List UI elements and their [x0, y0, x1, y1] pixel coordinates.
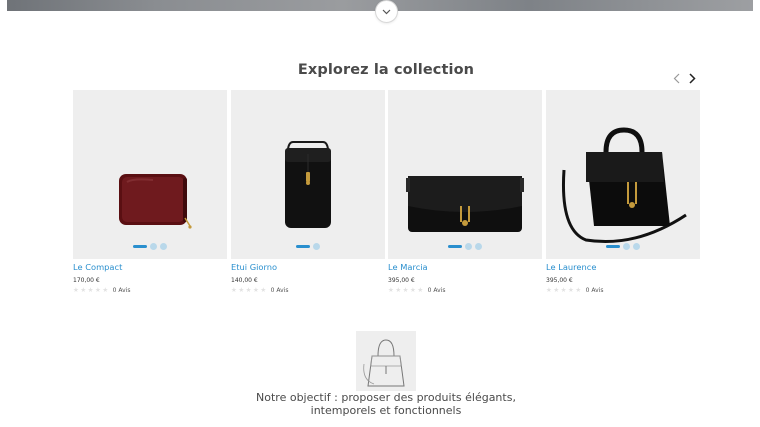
section-title: Explorez la collection [297, 62, 475, 78]
product-price: 395,00 € [546, 277, 573, 284]
objective-line-2: intemporels et fonctionnels [310, 404, 462, 417]
pagination-dot[interactable] [465, 243, 472, 250]
pagination-dot[interactable] [475, 243, 482, 250]
star-empty-icon: ★ [245, 286, 252, 294]
star-empty-icon: ★ [252, 286, 259, 294]
star-empty-icon: ★ [260, 286, 267, 294]
star-empty-icon: ★ [402, 286, 409, 294]
product-rating: ★ ★ ★ ★ ★ 0 Avis [73, 286, 227, 295]
star-empty-icon: ★ [231, 286, 237, 294]
objective-statement: Notre objectif : proposer des produits é… [0, 391, 760, 417]
red-zip-wallet-image [119, 174, 192, 229]
product-name-link[interactable]: Etui Giorno [231, 262, 385, 273]
image-pagination [546, 243, 700, 250]
star-empty-icon: ★ [553, 286, 560, 294]
star-empty-icon: ★ [388, 286, 394, 294]
black-shoulder-bag-image [406, 176, 524, 232]
chevron-down-icon [382, 9, 391, 14]
scroll-down-button[interactable] [375, 0, 398, 23]
pagination-dot[interactable] [160, 243, 167, 250]
star-empty-icon: ★ [102, 286, 109, 294]
review-count: 0 Avis [427, 287, 446, 294]
product-card[interactable]: Le Compact 170,00 € ★ ★ ★ ★ ★ 0 Avis [73, 90, 227, 295]
carousel-prev-button[interactable] [669, 70, 683, 86]
star-empty-icon: ★ [417, 286, 424, 294]
pagination-dot[interactable] [313, 243, 320, 250]
star-empty-icon: ★ [560, 286, 567, 294]
star-empty-icon: ★ [567, 286, 574, 294]
star-empty-icon: ★ [87, 286, 94, 294]
product-rating: ★ ★ ★ ★ ★ 0 Avis [388, 286, 542, 295]
review-count: 0 Avis [112, 287, 131, 294]
chevron-right-icon [688, 72, 696, 84]
star-empty-icon: ★ [73, 286, 79, 294]
objective-image [356, 331, 416, 391]
black-phone-case-image [285, 141, 331, 228]
star-empty-icon: ★ [546, 286, 552, 294]
product-image[interactable] [231, 90, 385, 259]
star-empty-icon: ★ [80, 286, 87, 294]
product-price: 140,00 € [231, 277, 258, 284]
product-price: 170,00 € [73, 277, 100, 284]
product-name-link[interactable]: Le Compact [73, 262, 227, 273]
carousel-next-button[interactable] [685, 70, 699, 86]
pagination-dot-active[interactable] [606, 245, 620, 248]
product-name-link[interactable]: Le Marcia [388, 262, 542, 273]
review-count: 0 Avis [585, 287, 604, 294]
product-price: 395,00 € [388, 277, 415, 284]
star-empty-icon: ★ [238, 286, 245, 294]
image-pagination [231, 243, 385, 250]
star-empty-icon: ★ [409, 286, 416, 294]
handbag-outline-icon [363, 339, 405, 387]
star-empty-icon: ★ [395, 286, 402, 294]
pagination-dot-active[interactable] [448, 245, 462, 248]
image-pagination [388, 243, 542, 250]
star-empty-icon: ★ [575, 286, 582, 294]
chevron-left-icon [673, 73, 679, 83]
product-card[interactable]: Le Marcia 395,00 € ★ ★ ★ ★ ★ 0 Avis [388, 90, 542, 295]
product-image[interactable] [388, 90, 542, 259]
product-card[interactable]: Etui Giorno 140,00 € ★ ★ ★ ★ ★ 0 Avis [231, 90, 385, 295]
product-rating: ★ ★ ★ ★ ★ 0 Avis [231, 286, 385, 295]
product-image[interactable] [546, 90, 700, 259]
product-card[interactable]: Le Laurence 395,00 € ★ ★ ★ ★ ★ 0 Avis [546, 90, 700, 295]
pagination-dot-active[interactable] [133, 245, 147, 248]
product-image[interactable] [73, 90, 227, 259]
product-rating: ★ ★ ★ ★ ★ 0 Avis [546, 286, 700, 295]
product-name-link[interactable]: Le Laurence [546, 262, 700, 273]
objective-line-1: Notre objectif : proposer des produits é… [256, 391, 516, 404]
pagination-dot[interactable] [150, 243, 157, 250]
pagination-dot[interactable] [633, 243, 640, 250]
star-empty-icon: ★ [94, 286, 101, 294]
black-handbag-image [562, 127, 687, 244]
pagination-dot[interactable] [623, 243, 630, 250]
review-count: 0 Avis [270, 287, 289, 294]
pagination-dot-active[interactable] [296, 245, 310, 248]
image-pagination [73, 243, 227, 250]
